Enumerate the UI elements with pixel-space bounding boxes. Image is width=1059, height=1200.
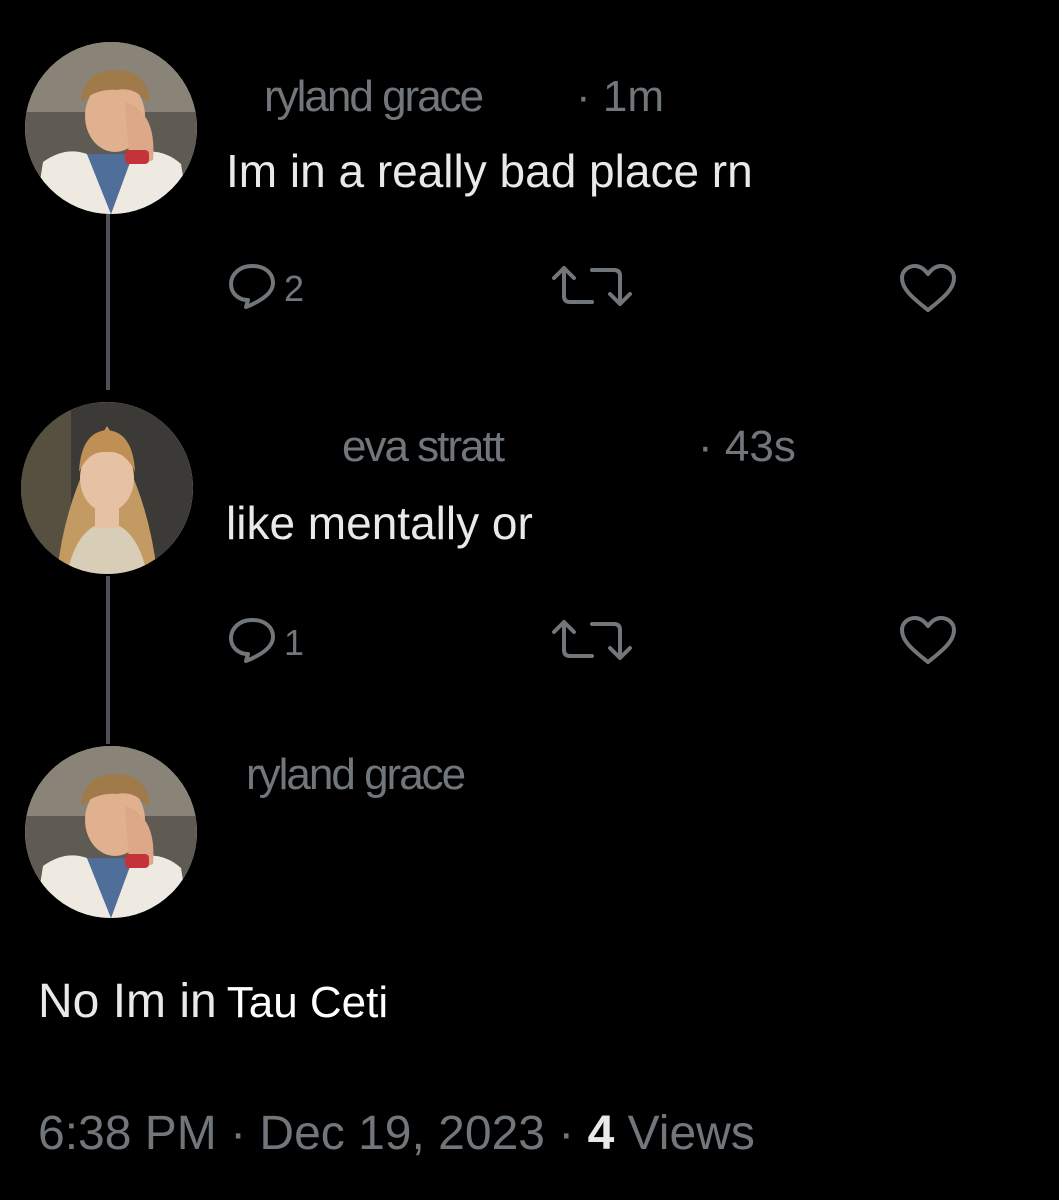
post-2-time[interactable]: · 43s [698, 422, 796, 472]
post-2-author[interactable]: eva stratt [342, 422, 505, 472]
post-1-text: Im in a really bad place rn [226, 145, 753, 197]
post-3-author[interactable]: ryland grace [246, 750, 466, 800]
post-3-text: No Im in Tau Ceti [38, 974, 388, 1029]
post-1-author[interactable]: ryland grace [264, 72, 484, 122]
reply-bubble-icon[interactable] [226, 260, 278, 317]
avatar-eva-stratt[interactable] [21, 402, 193, 574]
thread-line-2 [106, 576, 110, 744]
heart-icon[interactable] [898, 262, 958, 319]
post-3-meta: 6:38 PM · Dec 19, 2023 · 4 Views [38, 1106, 755, 1161]
heart-icon[interactable] [898, 614, 958, 671]
reply-bubble-icon[interactable] [226, 614, 278, 671]
avatar-ryland-grace[interactable] [25, 746, 197, 918]
post-2-reply-count: 1 [284, 622, 305, 663]
post-3-timestamp[interactable]: 6:38 PM · Dec 19, 2023 · [38, 1107, 588, 1160]
repost-icon[interactable] [552, 614, 632, 671]
post-3-views-count[interactable]: 4 [588, 1107, 615, 1160]
post-1-reply-count: 2 [284, 268, 305, 309]
avatar-ryland-grace[interactable] [25, 42, 197, 214]
post-1-time[interactable]: · 1m [576, 72, 664, 122]
repost-icon[interactable] [552, 260, 632, 317]
post-3-text-pasted: Tau Ceti [226, 978, 389, 1027]
post-2-text: like mentally or [226, 497, 533, 549]
post-3-text-main: No Im in [38, 975, 217, 1028]
post-3-views-label[interactable]: Views [614, 1107, 755, 1160]
thread-line-1 [106, 214, 110, 390]
